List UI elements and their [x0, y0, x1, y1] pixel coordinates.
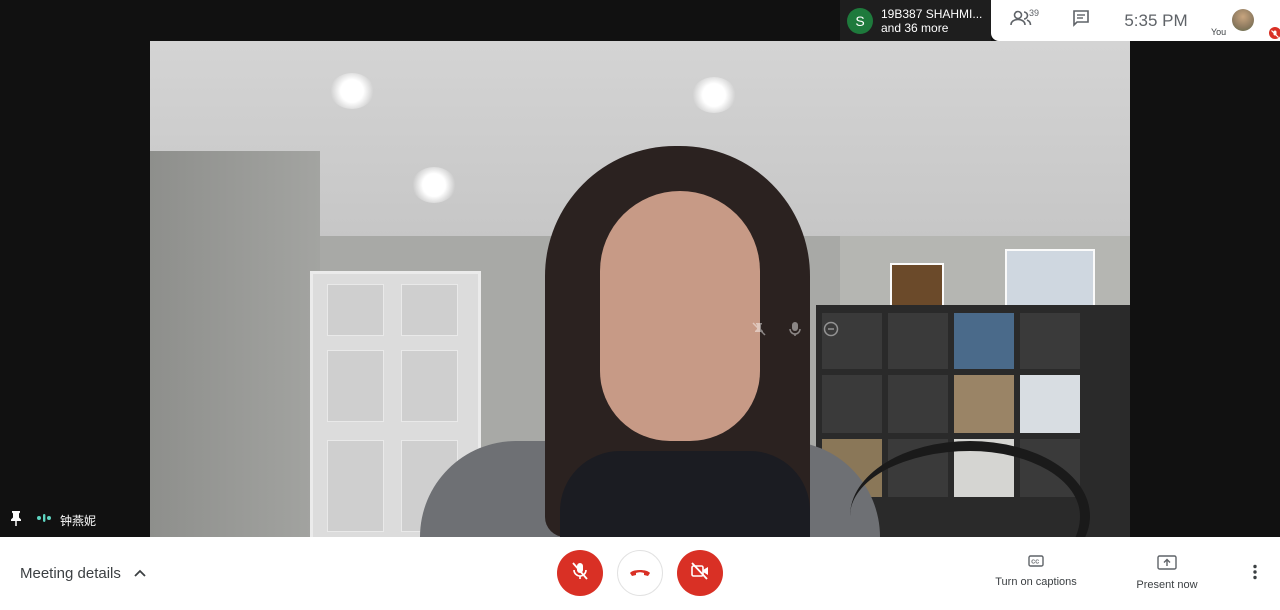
self-muted-icon — [1269, 27, 1280, 39]
mute-participant-icon[interactable] — [788, 321, 802, 337]
present-label: Present now — [1136, 579, 1198, 591]
pin-icon[interactable] — [10, 510, 22, 531]
participant-avatar: S — [847, 7, 873, 34]
speaker-name: 钟燕妮 — [60, 513, 97, 528]
captions-label: Turn on captions — [995, 576, 1077, 588]
ceiling-light — [330, 73, 374, 109]
closed-captions-icon: CC — [1028, 555, 1044, 570]
self-view-tile[interactable]: You — [1208, 0, 1280, 41]
present-screen-icon — [1157, 555, 1177, 573]
person-face — [600, 191, 760, 441]
remove-participant-icon[interactable] — [823, 321, 839, 337]
more-vert-icon — [1253, 564, 1257, 585]
top-toolbar: 39 5:35 PM You — [991, 0, 1280, 41]
tile-hover-controls — [740, 311, 850, 347]
bottom-toolbar: Meeting details CC Turn on captions Pres… — [0, 537, 1280, 610]
self-avatar — [1232, 9, 1254, 31]
chat-button[interactable] — [1051, 0, 1111, 41]
camera-toggle-button[interactable] — [677, 550, 723, 596]
more-options-button[interactable] — [1246, 563, 1264, 585]
audio-level-icon — [36, 511, 52, 529]
participant-more: and 36 more — [881, 20, 949, 35]
people-button[interactable]: 39 — [991, 0, 1051, 41]
people-count: 39 — [1029, 8, 1040, 18]
present-now-button[interactable]: Present now — [1132, 555, 1202, 591]
speaker-name-tag: 钟燕妮 — [10, 510, 96, 530]
chat-icon — [1072, 9, 1090, 32]
ceiling-light — [412, 167, 456, 203]
participants-chip[interactable]: S 19B387 SHAHMI... and 36 more — [840, 0, 991, 41]
hang-up-icon — [629, 564, 651, 582]
wall-frame — [890, 263, 944, 307]
chevron-up-icon — [121, 565, 147, 582]
person-shirt — [560, 451, 810, 537]
camera-off-icon — [690, 561, 710, 585]
meeting-details-button[interactable]: Meeting details — [20, 537, 147, 610]
svg-text:CC: CC — [1031, 560, 1039, 566]
meeting-details-label: Meeting details — [20, 565, 121, 582]
ceiling-light — [692, 77, 736, 113]
pin-off-icon[interactable] — [751, 321, 767, 337]
participant-name: 19B387 SHAHMI... — [881, 6, 983, 21]
meeting-clock: 5:35 PM — [1124, 10, 1188, 30]
participant-video[interactable] — [150, 41, 1130, 537]
captions-button[interactable]: CC Turn on captions — [992, 555, 1080, 588]
wall-frame — [1005, 249, 1095, 307]
meeting-stage: S 19B387 SHAHMI... and 36 more 39 5:35 P… — [0, 0, 1280, 537]
leave-call-button[interactable] — [617, 550, 663, 596]
microphone-toggle-button[interactable] — [557, 550, 603, 596]
mic-off-icon — [571, 561, 589, 586]
self-label: You — [1211, 27, 1227, 37]
video-left-wall — [150, 151, 320, 537]
